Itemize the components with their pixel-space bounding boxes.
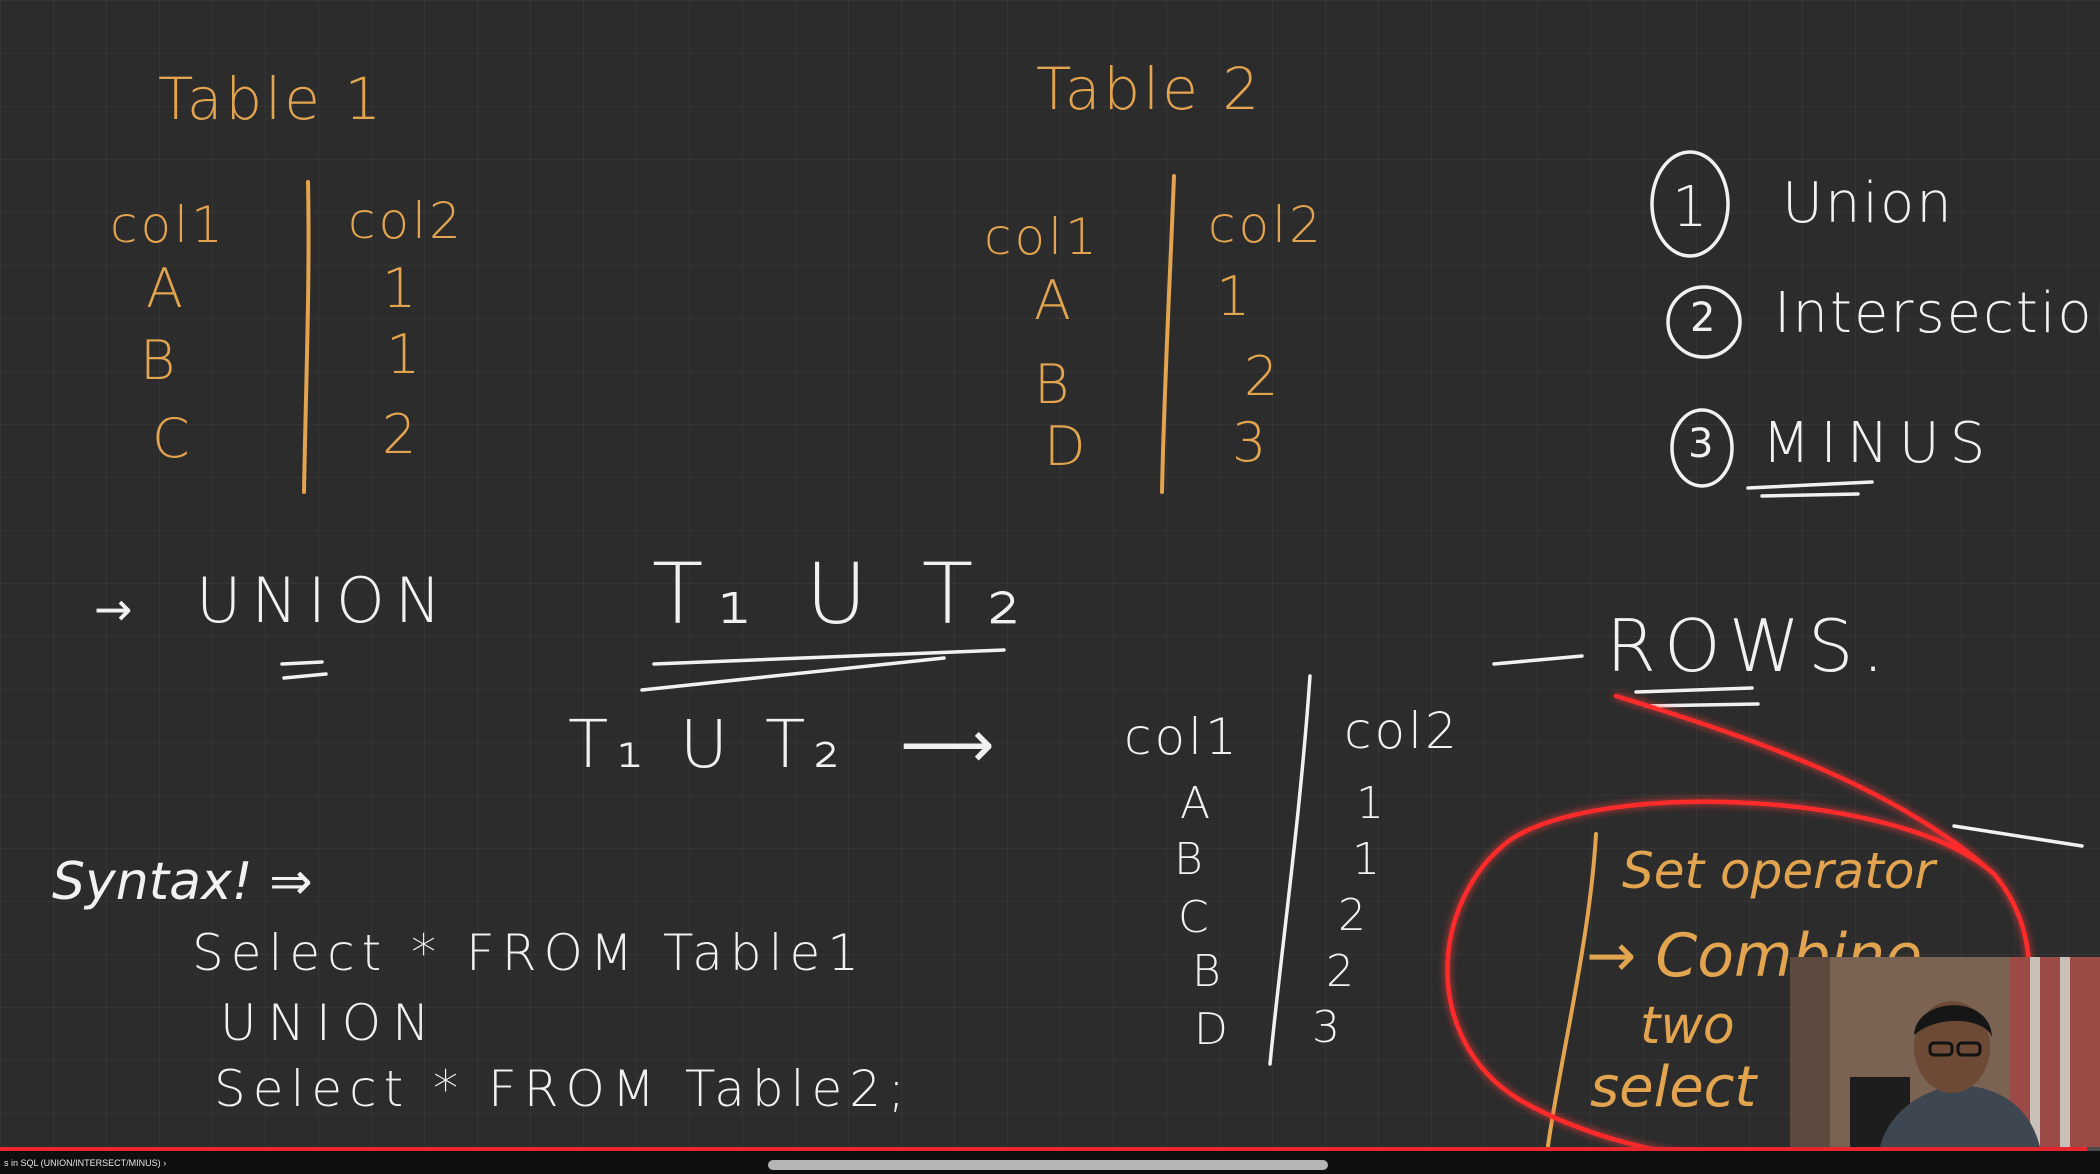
union-underline [280,660,324,666]
table1-col1-header: col1 [110,196,226,254]
table2-cell: 2 [1244,345,1279,408]
presenter-image [1790,957,2100,1147]
rows-underline [1634,686,1754,694]
set-formula-result: T₁ U T₂ [568,706,848,783]
table1-cell: 1 [386,323,421,386]
note-title: Set operator [1622,842,1936,900]
table2-title: Table 2 [1036,55,1263,123]
table2-cell: D [1044,415,1086,478]
table1-cell: B [140,329,176,392]
result-cell: B [1174,834,1203,885]
table2-cell: 3 [1232,411,1267,474]
note-line: select [1590,1055,1757,1120]
result-divider [1268,674,1312,1066]
right-arrow-icon: ⟶ [900,706,995,783]
table2-col1-header: col1 [984,208,1100,266]
result-cell: C [1178,892,1209,943]
rows-dash [1492,654,1584,666]
minus-underline [1760,492,1860,498]
table2-cell: B [1034,353,1070,416]
progress-bar[interactable] [0,1147,2100,1151]
note-stroke [1952,824,2084,848]
result-cell: 1 [1356,778,1384,829]
table1-cell: 2 [382,403,417,466]
operation-number: 3 [1688,421,1714,467]
operation-number: 1 [1672,175,1710,240]
table1-divider [302,180,311,494]
scrollbar-thumb[interactable] [768,1160,1328,1170]
set-formula: T₁ U T₂ [652,545,1035,643]
presenter-webcam [1790,957,2100,1147]
chapter-title: s in SQL (UNION/INTERSECT/MINUS) [4,1158,161,1168]
result-cell: A [1180,778,1211,829]
result-col2-header: col2 [1344,702,1460,760]
table2-cell: 1 [1216,265,1251,328]
chevron-right-icon: › [163,1158,167,1168]
table2-cell: A [1034,269,1071,332]
result-cell: 3 [1312,1002,1340,1053]
operation-intersection: Intersection [1774,281,2100,346]
operation-minus: MINUS [1762,411,1996,476]
syntax-label: Syntax! ⇒ [52,852,313,912]
minus-underline [1746,480,1874,490]
formula-underline [640,656,946,692]
note-line: two [1640,996,1735,1056]
operation-union: Union [1782,171,1954,236]
union-underline [282,672,328,680]
table1-title: Table 1 [158,65,385,133]
formula-underline [652,648,1006,666]
result-cell: D [1194,1004,1228,1055]
table1-cell: A [146,257,183,320]
syntax-line: Select * FROM Table1 [192,924,867,982]
result-cell: 1 [1352,834,1380,885]
result-cell: 2 [1326,946,1354,997]
syntax-line: UNION [220,994,441,1052]
rows-label: ROWS. [1606,604,1893,688]
table1-col2-header: col2 [348,192,464,250]
union-heading: UNION [196,564,452,637]
result-cell: 2 [1338,890,1366,941]
result-cell: B [1192,946,1221,997]
syntax-line: Select * FROM Table2; [214,1060,912,1118]
rows-underline [1644,702,1760,708]
table2-divider [1160,174,1176,494]
chapter-title-button[interactable]: s in SQL (UNION/INTERSECT/MINUS) › [4,1158,166,1168]
table1-cell: C [152,407,190,470]
result-col1-header: col1 [1124,708,1240,766]
arrow-icon: → [94,582,133,636]
progress-fill [0,1147,2088,1151]
operation-number: 2 [1690,295,1716,341]
table2-col2-header: col2 [1208,196,1324,254]
table1-cell: 1 [382,257,417,320]
